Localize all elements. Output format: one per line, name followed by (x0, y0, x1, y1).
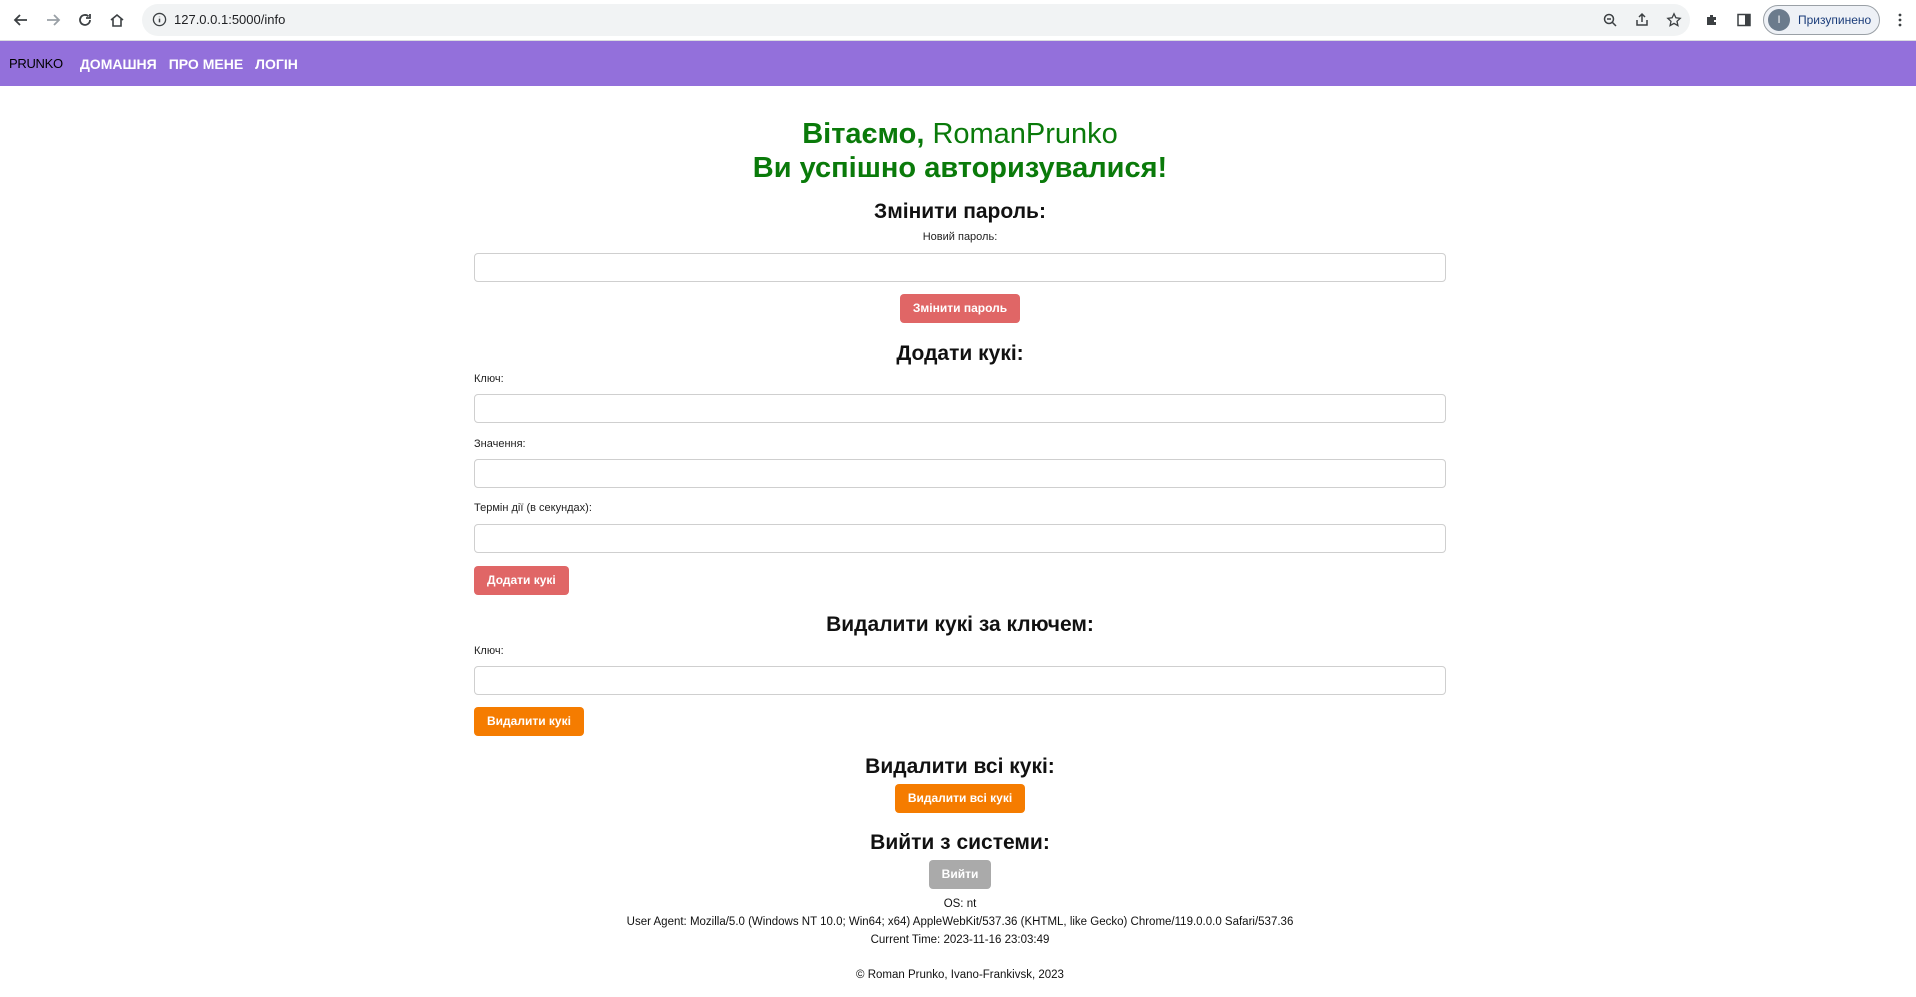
nav-link-home[interactable]: ДОМАШНЯ (80, 56, 157, 72)
cookie-key-label: Ключ: (474, 373, 504, 385)
side-panel-icon[interactable] (1732, 8, 1756, 32)
new-password-label: Новий пароль: (922, 231, 998, 243)
delete-cookie-key-label: Ключ: (474, 645, 504, 657)
delete-cookie-key-input[interactable] (474, 666, 1446, 695)
current-time-info: Current Time: 2023-11-16 23:03:49 (870, 934, 1050, 946)
delete-all-heading: Видалити всі кукі: (865, 755, 1055, 778)
logout-heading: Вийти з системи: (870, 831, 1050, 854)
extensions-icon[interactable] (1700, 8, 1724, 32)
cookie-value-label: Значення: (474, 438, 526, 450)
delete-all-cookies-button[interactable]: Видалити всі кукі (894, 784, 1026, 813)
change-password-heading: Змінити пароль: (874, 200, 1046, 223)
address-bar[interactable]: 127.0.0.1:5000/info (142, 4, 1690, 36)
add-cookie-button[interactable]: Додати кукі (474, 566, 569, 595)
share-icon[interactable] (1632, 10, 1652, 30)
add-cookie-heading: Додати кукі: (896, 342, 1024, 365)
cookie-expiry-input[interactable] (474, 524, 1446, 553)
url-text: 127.0.0.1:5000/info (174, 12, 286, 27)
welcome-success: Ви успішно авторизувалися! (752, 152, 1168, 184)
os-info: OS: nt (943, 898, 977, 910)
browser-toolbar: 127.0.0.1:5000/info I Призупинено (0, 0, 1916, 41)
back-arrow-icon[interactable] (9, 8, 33, 32)
delete-all-button-wrap: Видалити всі кукі (474, 784, 1446, 813)
user-agent-info: User Agent: Mozilla/5.0 (Windows NT 10.0… (626, 916, 1294, 928)
home-icon[interactable] (105, 8, 129, 32)
forward-arrow-icon[interactable] (41, 8, 65, 32)
delete-cookie-heading: Видалити кукі за ключем: (826, 613, 1094, 636)
delete-cookie-button[interactable]: Видалити кукі (474, 707, 584, 736)
logout-button[interactable]: Вийти (928, 860, 992, 889)
site-navbar: PRUNKO ДОМАШНЯ ПРО МЕНЕ ЛОГІН (0, 41, 1916, 86)
brand-logo[interactable]: PRUNKO (9, 56, 63, 71)
reload-icon[interactable] (73, 8, 97, 32)
cookie-expiry-label: Термін дії (в секундах): (474, 502, 592, 514)
zoom-icon[interactable] (1600, 10, 1620, 30)
change-password-button-wrap: Змінити пароль (474, 294, 1446, 323)
cookie-key-input[interactable] (474, 394, 1446, 423)
new-password-input[interactable] (474, 253, 1446, 282)
profile-status: Призупинено (1798, 13, 1872, 27)
change-password-button[interactable]: Змінити пароль (899, 294, 1021, 323)
nav-link-about[interactable]: ПРО МЕНЕ (169, 56, 243, 72)
logout-button-wrap: Вийти (474, 860, 1446, 889)
cookie-value-input[interactable] (474, 459, 1446, 488)
welcome-greeting: Вітаємо, (802, 118, 933, 150)
welcome-username: RomanPrunko (932, 118, 1118, 150)
nav-link-login[interactable]: ЛОГІН (255, 56, 298, 72)
profile-button[interactable]: I Призупинено (1763, 5, 1880, 35)
site-info-icon[interactable] (152, 12, 167, 27)
avatar: I (1768, 9, 1790, 31)
bookmark-star-icon[interactable] (1664, 10, 1684, 30)
welcome-heading: Вітаємо, RomanPrunko Ви успішно авторизу… (474, 117, 1446, 185)
menu-dots-icon[interactable] (1888, 8, 1912, 32)
footer: © Roman Prunko, Ivano-Frankivsk, 2023 (856, 969, 1064, 981)
